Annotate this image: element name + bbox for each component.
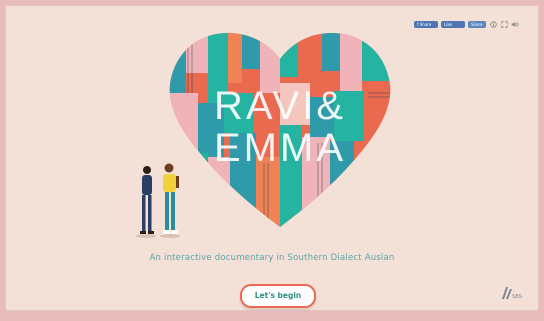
hero-heart-graphic: RAVI& EMMA — [168, 33, 392, 227]
hero-title-line2: EMMA — [214, 126, 346, 170]
like-button[interactable]: Like — [441, 20, 465, 28]
app-frame: f Share Like Share RAVI& EMMA An interac… — [5, 5, 539, 311]
lets-begin-button[interactable]: Let's begin — [240, 284, 316, 308]
share-button[interactable]: Share — [468, 20, 486, 28]
tagline: An interactive documentary in Southern D… — [149, 253, 395, 263]
sbs-logo-text: SBS — [512, 294, 523, 300]
top-toolbar: f Share Like Share — [414, 20, 519, 28]
hero-title-line1: RAVI& — [214, 84, 346, 128]
fullscreen-icon[interactable] — [500, 20, 508, 28]
info-icon[interactable] — [489, 20, 497, 28]
facebook-share-button[interactable]: f Share — [414, 20, 438, 28]
volume-icon[interactable] — [511, 20, 519, 28]
couple-illustration — [130, 160, 190, 240]
sbs-logo[interactable]: SBS — [497, 285, 525, 301]
